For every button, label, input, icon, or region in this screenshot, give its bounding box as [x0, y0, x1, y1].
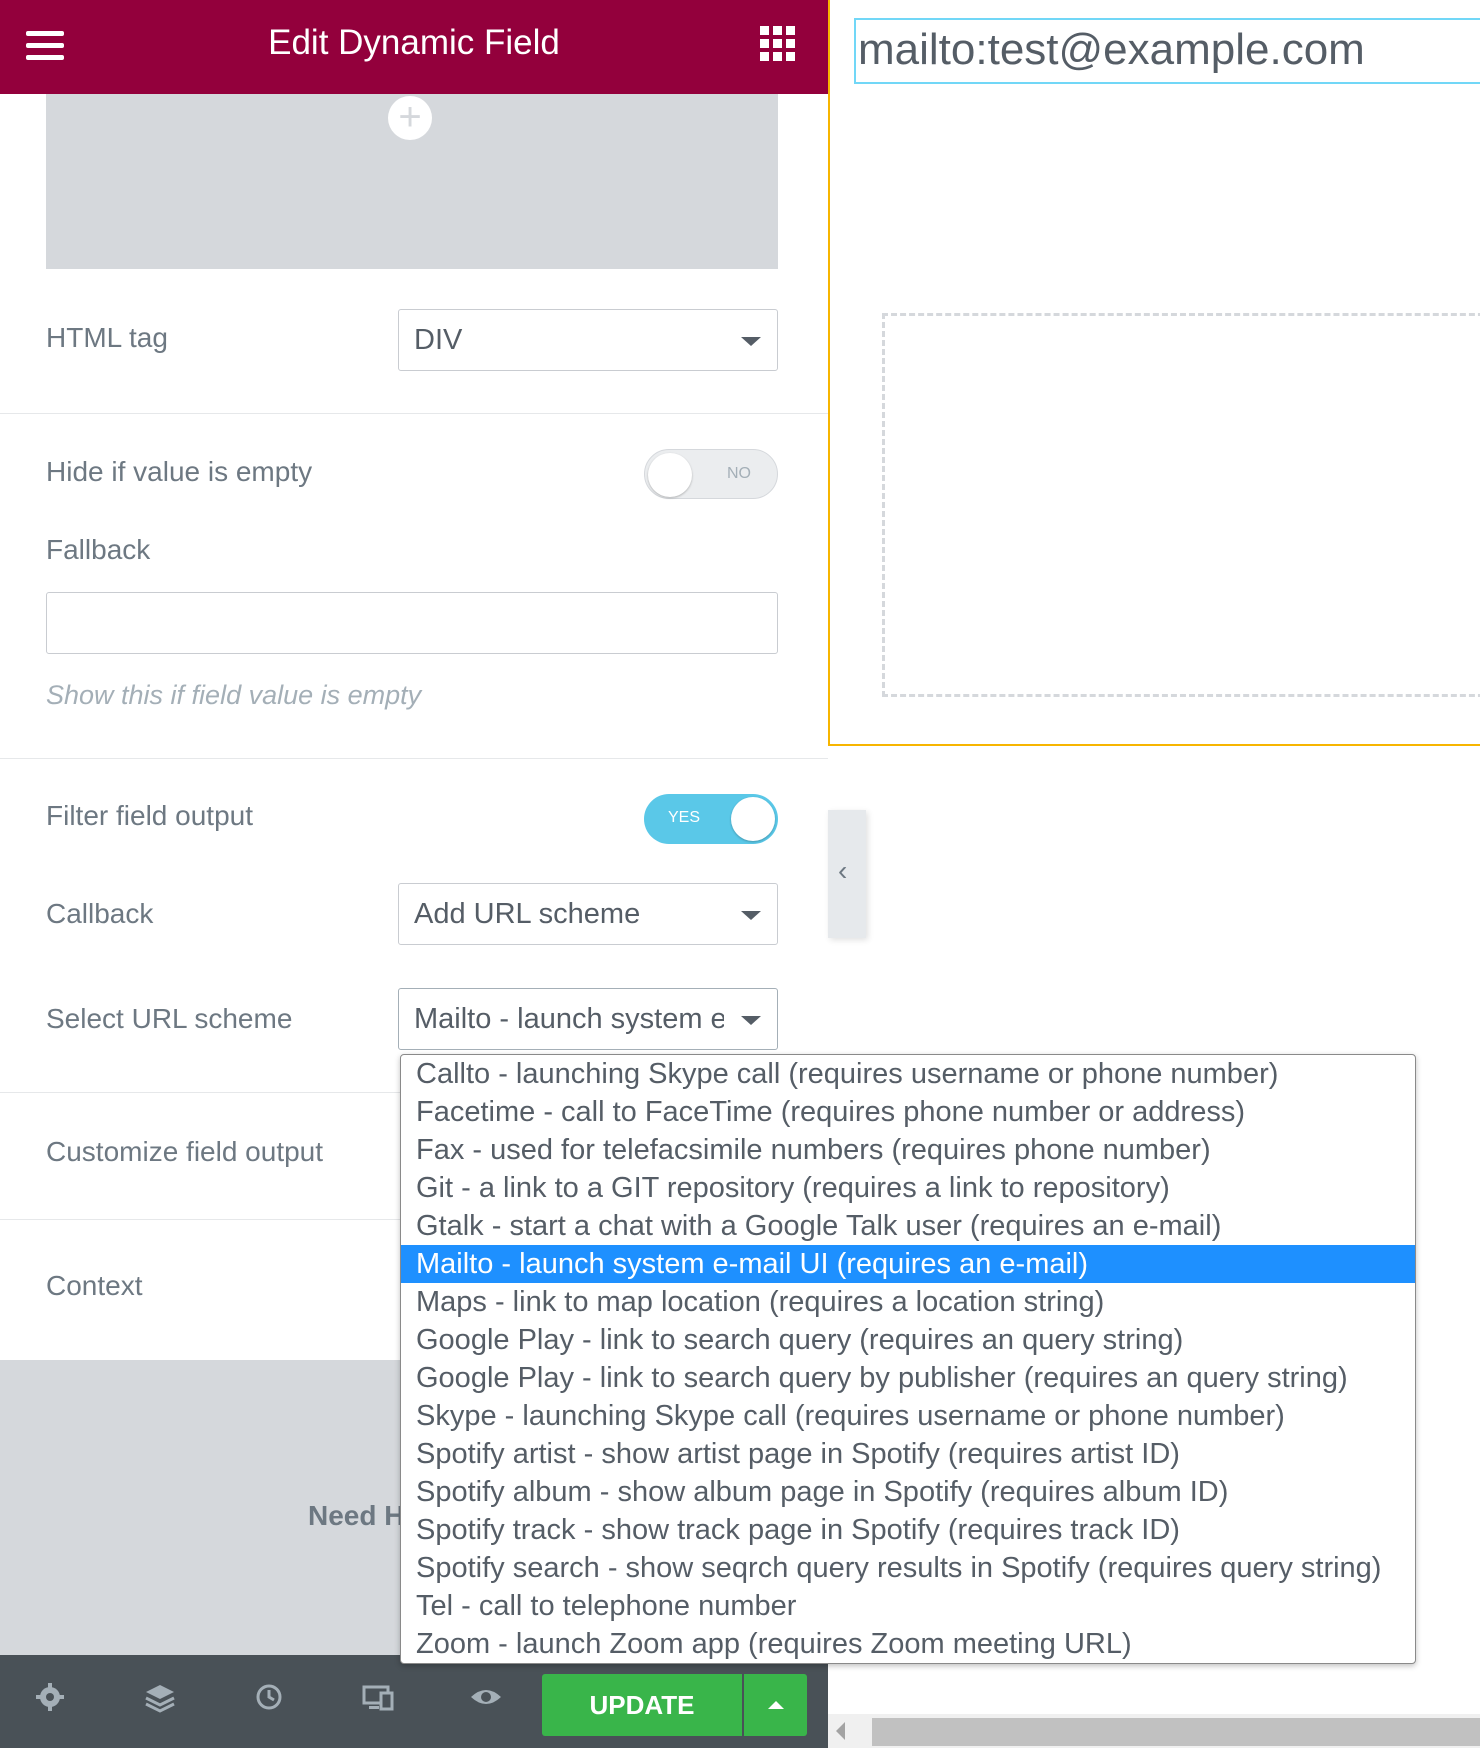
chevron-up-icon: [768, 1701, 784, 1709]
responsive-icon[interactable]: [358, 1681, 398, 1721]
chevron-down-icon: [741, 337, 761, 346]
chevron-down-icon: [741, 911, 761, 920]
filter-output-label: Filter field output: [46, 800, 253, 831]
callback-label: Callback: [46, 898, 154, 929]
update-button[interactable]: UPDATE: [542, 1674, 742, 1736]
divider: [0, 413, 828, 414]
url-scheme-option[interactable]: Facetime - call to FaceTime (requires ph…: [401, 1093, 1415, 1131]
html-tag-value: DIV: [414, 324, 463, 356]
url-scheme-option[interactable]: Spotify track - show track page in Spoti…: [401, 1511, 1415, 1549]
callback-value: Add URL scheme: [414, 898, 641, 930]
fallback-input[interactable]: [46, 592, 778, 654]
url-scheme-option[interactable]: Callto - launching Skype call (requires …: [401, 1055, 1415, 1093]
html-tag-select[interactable]: DIV: [398, 309, 778, 371]
url-scheme-option[interactable]: Git - a link to a GIT repository (requir…: [401, 1169, 1415, 1207]
plus-icon[interactable]: +: [388, 96, 432, 140]
scrollbar-thumb[interactable]: [872, 1718, 1480, 1746]
url-scheme-option[interactable]: Maps - link to map location (requires a …: [401, 1283, 1415, 1321]
divider: [0, 758, 828, 759]
url-scheme-option[interactable]: Zoom - launch Zoom app (requires Zoom me…: [401, 1625, 1415, 1663]
customize-output-label[interactable]: Customize field output: [46, 1136, 323, 1168]
context-label[interactable]: Context: [46, 1270, 143, 1302]
toggle-knob: [731, 797, 775, 841]
update-options-button[interactable]: [744, 1674, 807, 1736]
url-scheme-option[interactable]: Spotify artist - show artist page in Spo…: [401, 1435, 1415, 1473]
url-scheme-option[interactable]: Tel - call to telephone number: [401, 1587, 1415, 1625]
preview-section[interactable]: mailto:test@example.com: [828, 0, 1480, 746]
url-scheme-option[interactable]: Gtalk - start a chat with a Google Talk …: [401, 1207, 1415, 1245]
fallback-help-text: Show this if field value is empty: [46, 680, 422, 710]
url-scheme-select[interactable]: Mailto - launch system e: [398, 988, 778, 1050]
url-scheme-option[interactable]: Mailto - launch system e-mail UI (requir…: [401, 1245, 1415, 1283]
url-scheme-option[interactable]: Spotify search - show seqrch query resul…: [401, 1549, 1415, 1587]
layers-icon[interactable]: [140, 1681, 180, 1721]
toggle-knob: [648, 453, 692, 497]
panel-footer: UPDATE: [0, 1655, 828, 1748]
url-scheme-option[interactable]: Skype - launching Skype call (requires u…: [401, 1397, 1415, 1435]
eye-icon[interactable]: [466, 1681, 506, 1721]
toggle-state-text: YES: [668, 809, 701, 826]
html-tag-label: HTML tag: [46, 322, 168, 353]
url-scheme-option[interactable]: Google Play - link to search query (requ…: [401, 1321, 1415, 1359]
need-help-text[interactable]: Need H: [308, 1500, 404, 1532]
chevron-down-icon: [741, 1016, 761, 1025]
url-scheme-label: Select URL scheme: [46, 1003, 293, 1034]
hide-if-empty-toggle[interactable]: NO: [644, 449, 778, 499]
dynamic-field-output[interactable]: mailto:test@example.com: [854, 18, 1480, 84]
url-scheme-option[interactable]: Google Play - link to search query by pu…: [401, 1359, 1415, 1397]
filter-output-toggle[interactable]: YES: [644, 794, 778, 844]
panel-title: Edit Dynamic Field: [268, 23, 560, 62]
toggle-state-text: NO: [727, 465, 751, 482]
fallback-label: Fallback: [46, 534, 151, 565]
horizontal-scrollbar[interactable]: [828, 1714, 1480, 1748]
callback-select[interactable]: Add URL scheme: [398, 883, 778, 945]
image-placeholder[interactable]: +: [46, 94, 778, 269]
url-scheme-options-list[interactable]: Callto - launching Skype call (requires …: [400, 1054, 1416, 1664]
chevron-left-icon: ‹: [838, 855, 848, 886]
collapse-panel-button[interactable]: ‹: [828, 810, 866, 938]
grid-icon[interactable]: [760, 26, 800, 66]
url-scheme-value: Mailto - launch system e: [414, 1003, 724, 1035]
panel-header: Edit Dynamic Field: [0, 0, 828, 94]
hide-if-empty-label: Hide if value is empty: [46, 456, 313, 487]
gear-icon[interactable]: [30, 1681, 70, 1721]
scroll-left-arrow-icon[interactable]: [836, 1722, 845, 1740]
url-scheme-option[interactable]: Spotify album - show album page in Spoti…: [401, 1473, 1415, 1511]
url-scheme-option[interactable]: Fax - used for telefacsimile numbers (re…: [401, 1131, 1415, 1169]
empty-column-placeholder[interactable]: [882, 313, 1480, 697]
history-icon[interactable]: [248, 1681, 288, 1721]
